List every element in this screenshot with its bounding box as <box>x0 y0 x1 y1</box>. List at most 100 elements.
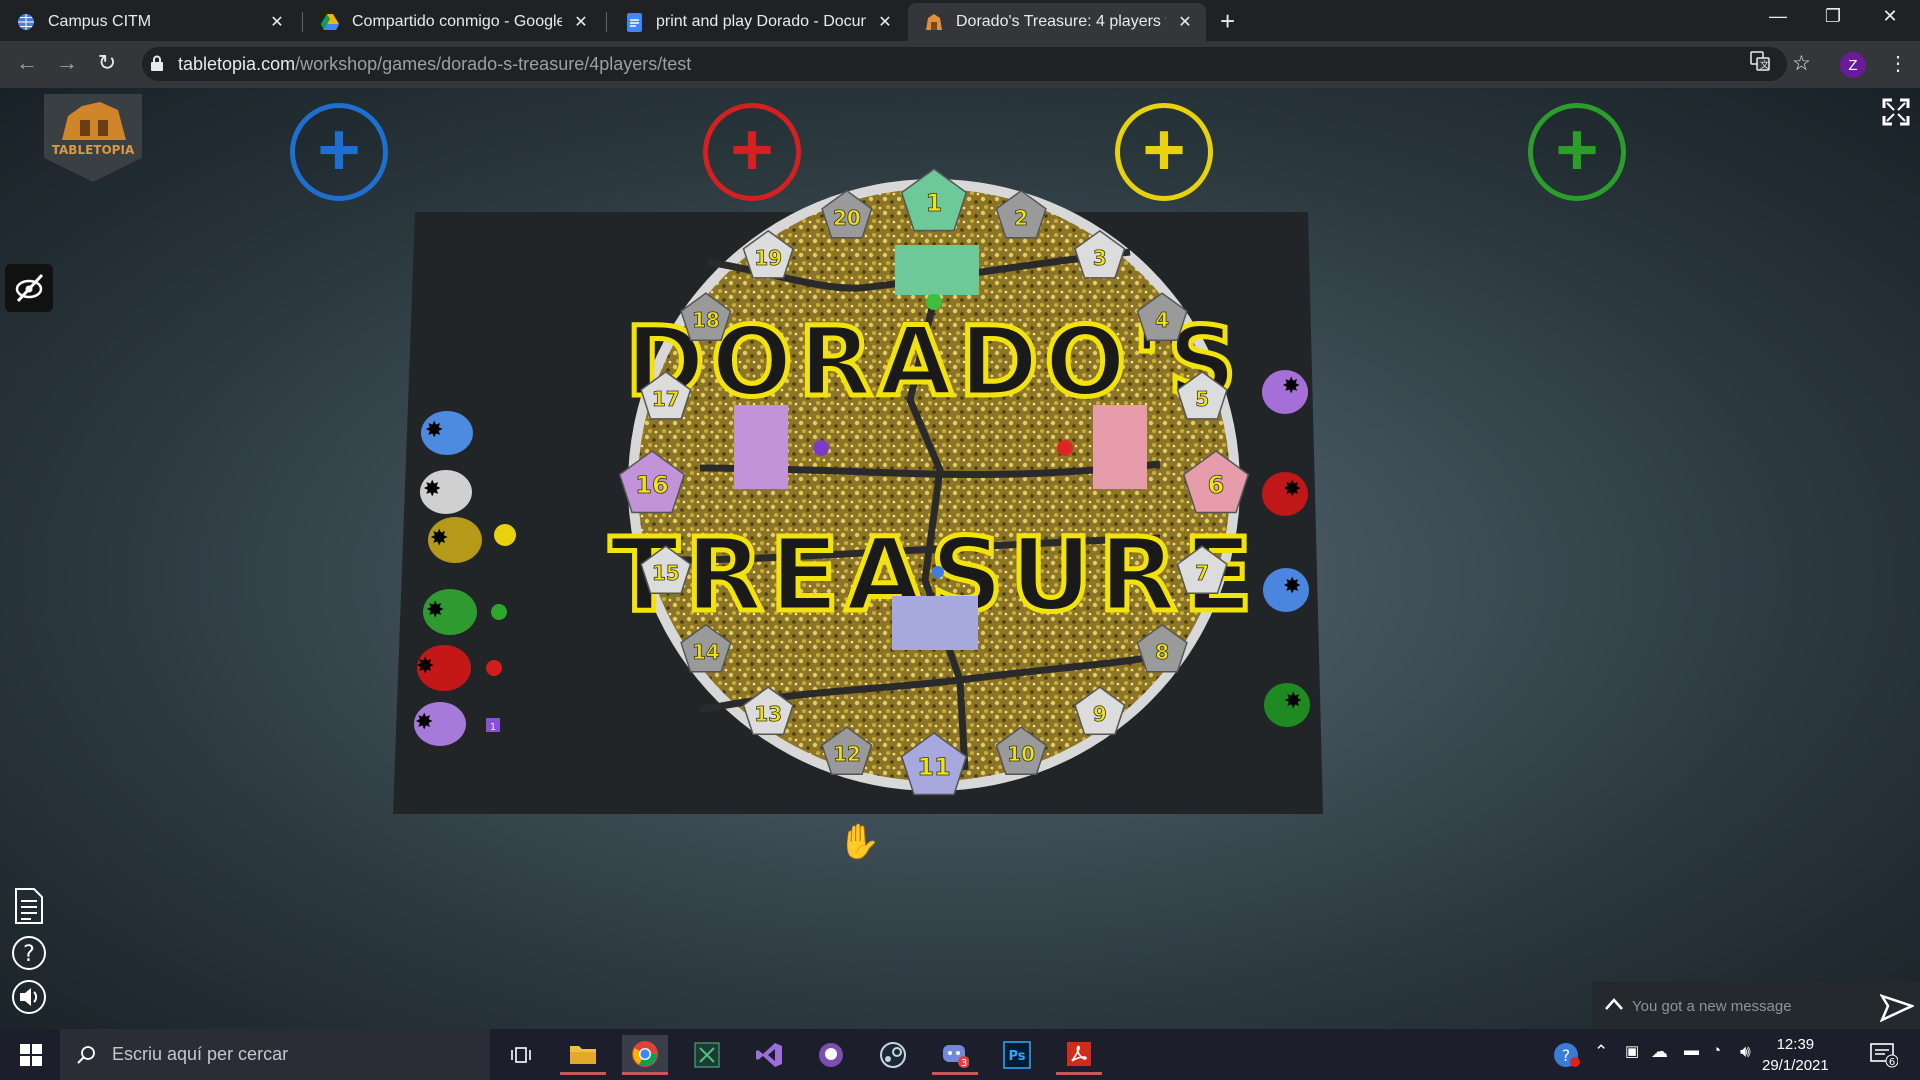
red-pawn[interactable] <box>1057 440 1073 456</box>
track-tile-label: 15 <box>652 561 680 585</box>
notification-center-button[interactable]: 6 <box>1870 1042 1899 1073</box>
file-explorer-button[interactable] <box>560 1035 606 1075</box>
bookmark-star-icon[interactable]: ☆ <box>1792 51 1811 76</box>
svg-text:文: 文 <box>1760 59 1769 71</box>
green-marker[interactable] <box>491 604 507 620</box>
show-hidden-icons-chevron[interactable]: ⌃ <box>1594 1042 1608 1062</box>
close-window-button[interactable]: ✕ <box>1870 6 1910 27</box>
discord-button[interactable]: 3 <box>932 1035 978 1075</box>
task-view-button[interactable] <box>498 1035 544 1075</box>
lock-icon[interactable] <box>151 55 163 71</box>
track-tile-label: 13 <box>754 702 782 726</box>
steam-icon <box>880 1042 906 1068</box>
tab-google-docs[interactable]: print and play Dorado - Docume ✕ <box>608 3 908 41</box>
meet-now-icon[interactable]: ▣ <box>1625 1042 1639 1060</box>
new-tab-button[interactable]: + <box>1220 6 1235 37</box>
track-tile-label: 1 <box>926 189 943 217</box>
search-placeholder: Escriu aquí per cercar <box>112 1044 289 1064</box>
hand-cursor-icon: ✋ <box>838 823 881 861</box>
track-tile-label: 11 <box>917 753 950 781</box>
forward-button[interactable]: → <box>52 50 82 76</box>
chrome-button[interactable] <box>622 1035 668 1075</box>
close-tab-icon[interactable]: ✕ <box>266 12 288 32</box>
clock-time: 12:39 <box>1776 1036 1815 1053</box>
green-player-zone[interactable] <box>895 245 979 295</box>
game-board[interactable]: DORADO'S TREASURE 1234567891011121314151… <box>0 88 1920 1029</box>
track-tile-label: 12 <box>833 742 861 766</box>
svg-text:✸: ✸ <box>423 477 441 502</box>
track-tile-label: 4 <box>1155 308 1169 332</box>
track-tile-label: 5 <box>1195 387 1209 411</box>
photoshop-button[interactable]: Ps <box>994 1035 1040 1075</box>
blue-pawn[interactable] <box>932 566 944 578</box>
track-tile-label: 14 <box>692 640 720 664</box>
tab-dorados-treasure[interactable]: Dorado's Treasure: 4 players v.1.0 ✕ <box>908 3 1206 41</box>
translate-icon[interactable]: 文 <box>1750 51 1770 76</box>
menu-icon[interactable]: ⋮ <box>1888 51 1908 76</box>
battery-icon[interactable]: ▬ <box>1684 1042 1699 1059</box>
acrobat-button[interactable] <box>1056 1035 1102 1075</box>
url-text[interactable]: tabletopia.com/workshop/games/dorado-s-t… <box>178 54 691 75</box>
chrome-icon <box>632 1040 658 1067</box>
blue-player-zone[interactable] <box>892 596 978 650</box>
tab-campus-citm[interactable]: Campus CITM ✕ <box>0 3 300 41</box>
svg-text:✸: ✸ <box>430 526 448 551</box>
purple-pawn[interactable] <box>813 440 829 456</box>
google-drive-icon <box>320 12 340 32</box>
tab-divider <box>606 12 607 32</box>
steam-button[interactable] <box>870 1035 916 1075</box>
reload-button[interactable]: ↻ <box>92 50 122 76</box>
onedrive-icon[interactable]: ☁ <box>1651 1042 1668 1062</box>
back-button[interactable]: ← <box>12 50 42 76</box>
svg-text:✸: ✸ <box>425 418 443 443</box>
tab-title: print and play Dorado - Docume <box>656 13 866 30</box>
grid-app-icon <box>694 1042 720 1068</box>
green-pawn[interactable] <box>926 294 942 310</box>
close-tab-icon[interactable]: ✕ <box>570 12 592 32</box>
restore-button[interactable]: ❐ <box>1813 6 1853 27</box>
profile-avatar[interactable]: Z <box>1840 52 1866 78</box>
pink-player-zone[interactable] <box>1093 405 1147 489</box>
taskbar-clock[interactable]: 12:39 29/1/2021 <box>1762 1034 1829 1076</box>
track-tile-label: 2 <box>1014 206 1028 230</box>
track-tile-label: 9 <box>1093 702 1107 726</box>
svg-text:✸: ✸ <box>426 598 444 623</box>
svg-text:✸: ✸ <box>1283 574 1301 599</box>
message-notification[interactable]: You got a new message <box>1592 982 1920 1030</box>
chevron-up-icon[interactable] <box>1604 997 1624 1011</box>
yellow-marker[interactable] <box>494 524 516 546</box>
help-tray-icon[interactable]: ? <box>1553 1042 1581 1073</box>
taskbar-search[interactable]: Escriu aquí per cercar <box>60 1029 490 1080</box>
task-view-icon <box>511 1047 531 1063</box>
start-button[interactable] <box>8 1035 54 1075</box>
tabletopia-icon <box>924 12 944 32</box>
track-tile-label: 8 <box>1155 640 1169 664</box>
track-tile-label: 7 <box>1195 561 1209 585</box>
minimize-button[interactable]: — <box>1758 6 1798 27</box>
visual-studio-button[interactable] <box>746 1035 792 1075</box>
tab-title: Compartido conmigo - Google D <box>352 13 562 30</box>
discord-icon: 3 <box>943 1044 969 1068</box>
notification-icon: 6 <box>1870 1043 1899 1068</box>
track-tile-label: 6 <box>1208 471 1225 499</box>
red-marker[interactable] <box>486 660 502 676</box>
track-tile-label: 20 <box>833 206 861 230</box>
clock-date: 29/1/2021 <box>1762 1057 1829 1074</box>
wifi-icon[interactable]: ◔ <box>1712 1042 1721 1059</box>
github-desktop-button[interactable] <box>808 1035 854 1075</box>
spreadsheet-app-button[interactable] <box>684 1035 730 1075</box>
photoshop-icon: Ps <box>1003 1041 1031 1069</box>
volume-icon[interactable]: 🔊︎ <box>1740 1042 1751 1062</box>
send-icon[interactable] <box>1880 992 1914 1022</box>
purple-player-zone[interactable] <box>734 405 788 489</box>
track-tile-label: 17 <box>652 387 680 411</box>
svg-text:✸: ✸ <box>416 654 434 679</box>
notification-count: 6 <box>1889 1057 1895 1068</box>
tab-google-drive[interactable]: Compartido conmigo - Google D ✕ <box>304 3 604 41</box>
message-input[interactable]: You got a new message <box>1632 998 1792 1015</box>
visual-studio-icon <box>756 1043 782 1067</box>
track-tile-label: 16 <box>635 471 668 499</box>
close-tab-icon[interactable]: ✕ <box>874 12 896 32</box>
track-tile-label: 3 <box>1093 246 1107 270</box>
close-tab-icon[interactable]: ✕ <box>1174 12 1196 32</box>
